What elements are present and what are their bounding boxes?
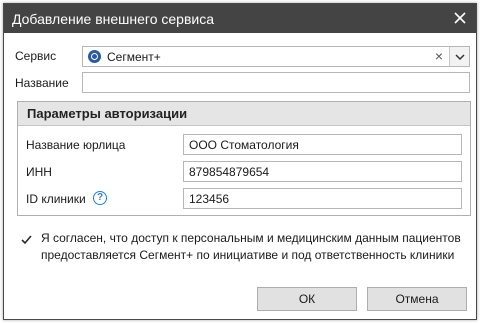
- ok-button[interactable]: ОК: [257, 287, 357, 311]
- legal-name-label: Название юрлица: [26, 138, 126, 152]
- auth-params-header: Параметры авторизации: [18, 102, 470, 126]
- chevron-down-icon: [455, 54, 465, 61]
- cancel-button[interactable]: Отмена: [367, 287, 467, 311]
- service-select[interactable]: Сегмент+ ×: [82, 46, 470, 67]
- auth-params-title: Параметры авторизации: [27, 106, 188, 121]
- checkmark-icon: [21, 235, 32, 245]
- clinic-id-label: ID клиники: [26, 192, 86, 206]
- service-select-value: Сегмент+: [107, 50, 161, 64]
- consent-checkbox[interactable]: [20, 233, 33, 246]
- service-label: Сервис: [15, 49, 57, 63]
- clear-selection-icon[interactable]: ×: [435, 48, 443, 64]
- consent-text: Я согласен, что доступ к персональным и …: [41, 231, 461, 262]
- help-icon[interactable]: ?: [93, 191, 107, 205]
- inn-label: ИНН: [26, 165, 52, 179]
- legal-name-input[interactable]: [183, 134, 462, 155]
- dropdown-button[interactable]: [449, 47, 469, 66]
- clinic-id-input[interactable]: [183, 188, 462, 209]
- segment-logo-icon: [88, 50, 101, 63]
- title-bar: Добавление внешнего сервиса: [4, 4, 476, 33]
- auth-params-group: Параметры авторизации Название юрлица ИН…: [17, 101, 471, 216]
- name-input[interactable]: [82, 72, 470, 93]
- close-icon[interactable]: [450, 8, 470, 28]
- dialog-title: Добавление внешнего сервиса: [12, 11, 215, 27]
- name-label: Название: [15, 76, 69, 90]
- inn-input[interactable]: [183, 161, 462, 182]
- add-external-service-dialog: Добавление внешнего сервиса Сервис Сегме…: [3, 3, 477, 320]
